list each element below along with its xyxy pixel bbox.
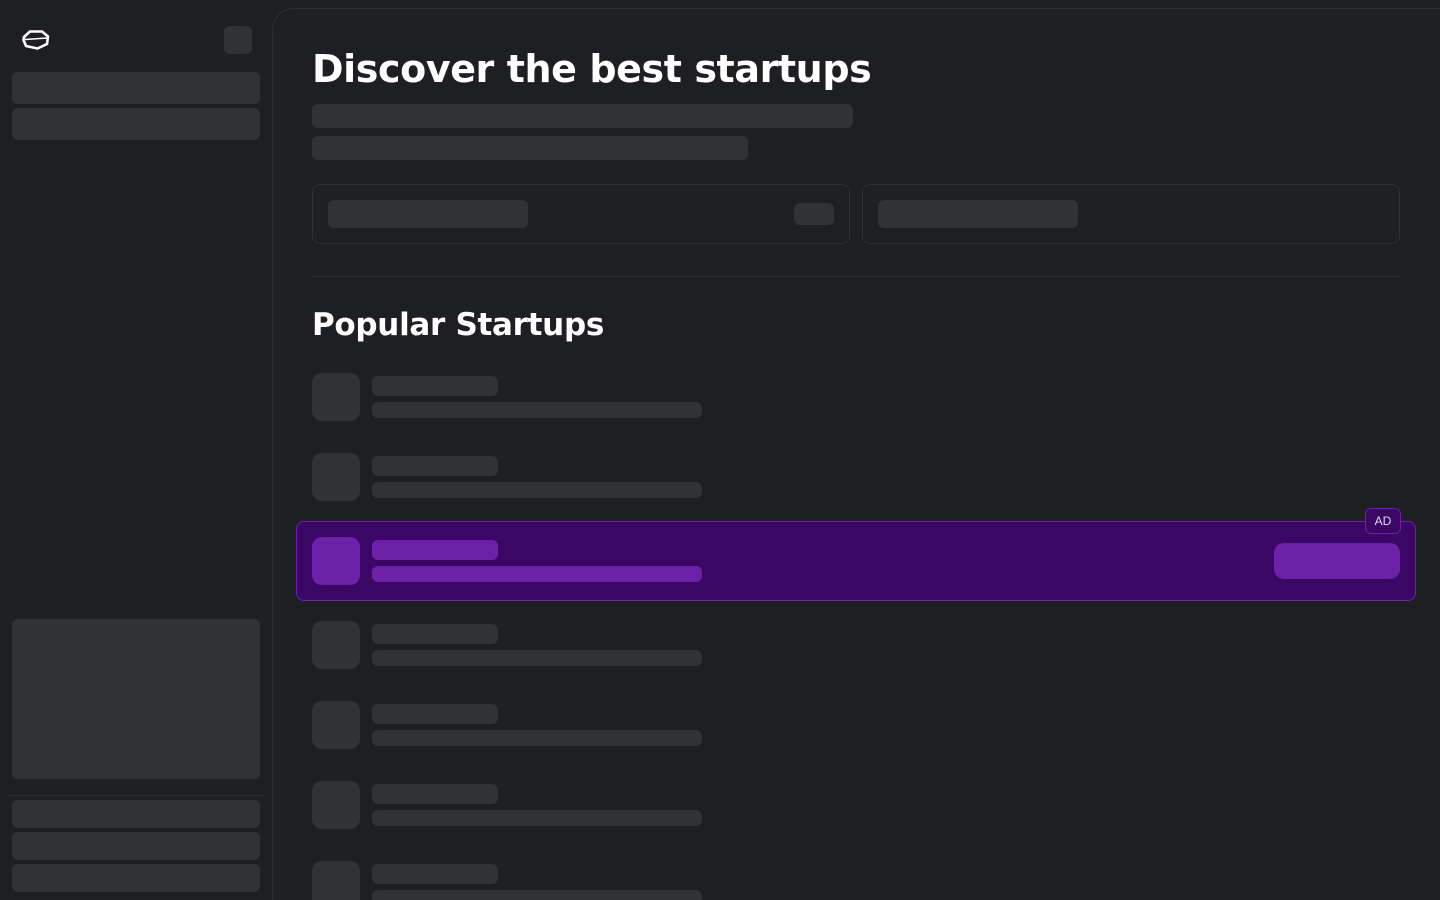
filter-box-placeholder[interactable] <box>862 184 1400 244</box>
startup-name-placeholder <box>372 456 498 476</box>
section-divider <box>312 276 1400 277</box>
startup-logo-placeholder <box>312 621 360 669</box>
search-box-placeholder[interactable] <box>312 184 850 244</box>
startup-description-placeholder <box>372 730 702 746</box>
startup-name-placeholder <box>372 540 498 560</box>
sidebar-nav-item-placeholder[interactable] <box>12 72 260 104</box>
app: Discover the best startups Popular Start… <box>0 0 1440 900</box>
startup-row-placeholder[interactable] <box>312 453 1400 501</box>
sponsored-cta-button[interactable] <box>1274 543 1400 579</box>
logo-icon[interactable] <box>21 28 51 52</box>
startup-description-placeholder <box>372 402 702 418</box>
startup-name-placeholder <box>372 376 498 396</box>
startup-logo-placeholder <box>312 781 360 829</box>
startup-name-placeholder <box>372 704 498 724</box>
page-title: Discover the best startups <box>312 47 872 91</box>
startup-name-placeholder <box>372 624 498 644</box>
startup-row-placeholder[interactable] <box>312 781 1400 829</box>
sidebar-footer-item-placeholder[interactable] <box>12 832 260 860</box>
startup-logo-placeholder <box>312 373 360 421</box>
startup-row-placeholder[interactable] <box>312 621 1400 669</box>
sidebar-footer-item-placeholder[interactable] <box>12 864 260 892</box>
startup-logo-placeholder <box>312 537 360 585</box>
search-text-placeholder <box>328 200 528 228</box>
startup-logo-placeholder <box>312 701 360 749</box>
section-title: Popular Startups <box>312 307 604 343</box>
sidebar-nav-item-placeholder[interactable] <box>12 108 260 140</box>
startup-row-placeholder[interactable] <box>312 373 1400 421</box>
startup-name-placeholder <box>372 784 498 804</box>
startup-description-placeholder <box>372 482 702 498</box>
subtitle-placeholder <box>312 136 748 160</box>
sidebar <box>0 0 272 900</box>
startup-description-placeholder <box>372 650 702 666</box>
startup-description-placeholder <box>372 890 702 900</box>
startup-logo-placeholder <box>312 861 360 900</box>
sidebar-toggle-button[interactable] <box>224 26 252 54</box>
sidebar-card-placeholder <box>12 619 260 779</box>
startup-row-placeholder[interactable] <box>312 861 1400 900</box>
startup-description-placeholder <box>372 810 702 826</box>
filter-text-placeholder <box>878 200 1078 228</box>
startup-logo-placeholder <box>312 453 360 501</box>
main-panel: Discover the best startups Popular Start… <box>272 8 1440 900</box>
startup-description-placeholder <box>372 566 702 582</box>
search-shortcut-placeholder <box>794 203 834 225</box>
sidebar-footer-item-placeholder[interactable] <box>12 800 260 828</box>
startup-row-placeholder[interactable] <box>312 701 1400 749</box>
subtitle-placeholder <box>312 104 853 128</box>
sponsored-startup-row[interactable] <box>296 521 1416 601</box>
startup-name-placeholder <box>372 864 498 884</box>
sidebar-divider <box>8 795 264 796</box>
ad-badge: AD <box>1365 508 1401 534</box>
